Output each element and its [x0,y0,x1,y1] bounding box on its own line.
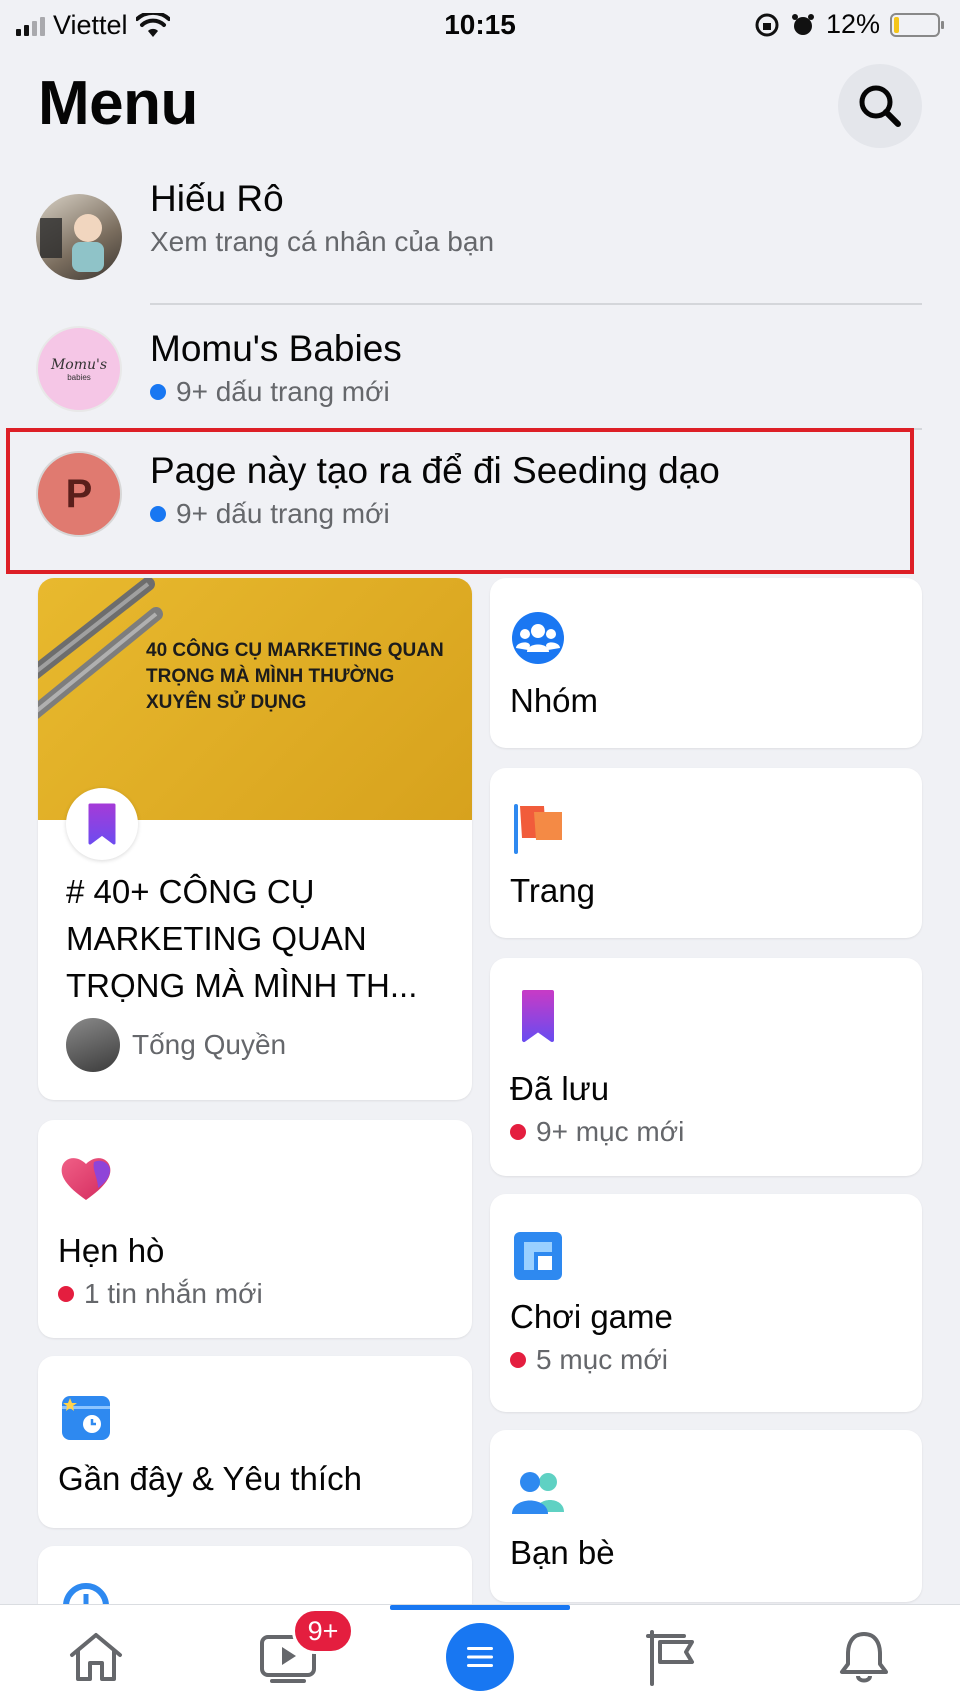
shortcut-sub: 5 mục mới [510,1344,668,1376]
notifications-icon [840,1631,888,1682]
screen: Viettel 10:15 12% Menu Hiếu Rô Xem trang… [0,0,960,1707]
avatar-logo-text: Momu's [50,356,108,373]
profile-row-self[interactable]: Hiếu Rô Xem trang cá nhân của bạn [0,178,960,308]
page-avatar-momu: Momu's babies [36,326,122,412]
battery-level [894,16,899,33]
hamburger-icon [467,1646,493,1667]
home-icon [70,1632,122,1681]
page-name: Momu's Babies [150,328,402,369]
shortcut-gaming[interactable]: Chơi game 5 mục mới [490,1194,922,1412]
page-subtitle-text: 9+ dấu trang mới [176,376,390,407]
author-name: Tống Quyền [132,1029,287,1060]
shortcut-label: Đã lưu [510,1070,610,1107]
shortcut-label: Bạn bè [510,1534,615,1571]
highlight-annotation-box [6,428,914,574]
gaming-icon [514,1232,562,1280]
bookmark-icon [88,803,116,845]
avatar-logo-subtext: babies [67,372,91,382]
shortcut-saved[interactable]: Đã lưu 9+ mục mới [490,958,922,1176]
bookmark-badge [66,788,138,860]
shortcut-sub: 1 tin nhắn mới [58,1278,263,1310]
profile-photo-icon [40,214,104,272]
flag-icon [514,804,562,854]
tab-watch[interactable] [192,1605,384,1707]
recent-favorites-icon [62,1396,110,1440]
shortcut-recent-favorites[interactable]: Gần đây & Yêu thích [38,1356,472,1528]
notification-dot [58,1286,74,1302]
battery-icon [890,12,944,37]
page-title: Menu [38,69,198,138]
status-right: 12% [754,9,944,40]
saved-article-card[interactable]: 40 CÔNG CỤ MARKETING QUAN TRỌNG MÀ MÌNH … [38,578,472,1100]
page-subtitle: 9+ dấu trang mới [150,376,390,408]
status-bar: Viettel 10:15 12% [0,0,960,50]
shortcut-sub: 9+ mục mới [510,1116,684,1148]
avatar [36,194,122,280]
profile-row-momu[interactable]: Momu's babies Momu's Babies 9+ dấu trang… [0,310,960,440]
shortcut-sub-text: 5 mục mới [536,1344,668,1375]
tab-notifications[interactable] [768,1605,960,1707]
notification-dot [510,1352,526,1368]
shortcut-label: Trang [510,872,595,909]
friends-icon [512,1472,564,1514]
bookmark-icon [522,990,554,1042]
author-avatar [66,1018,120,1072]
tab-menu[interactable] [384,1605,576,1707]
shortcut-sub-text: 9+ mục mới [536,1116,685,1147]
rotation-lock-icon [755,13,779,36]
article-title: # 40+ CÔNG CỤ MARKETING QUAN TRỌNG MÀ MÌ… [66,873,418,1004]
shortcut-groups[interactable]: Nhóm [490,578,922,748]
shortcut-label: Nhóm [510,682,599,719]
unread-dot [150,384,166,400]
pages-flag-icon [646,1629,694,1686]
notification-dot [510,1124,526,1140]
tab-pages[interactable] [576,1605,768,1707]
bottom-tab-bar [0,1604,960,1707]
shortcut-label: Hẹn hò [58,1232,165,1269]
shortcut-sub-text: 1 tin nhắn mới [84,1278,263,1309]
profile-subtitle: Xem trang cá nhân của bạn [150,226,495,257]
alarm-icon [791,13,814,35]
shortcut-label: Gần đây & Yêu thích [58,1460,362,1497]
profile-name: Hiếu Rô [150,178,284,219]
shortcut-dating[interactable]: Hẹn hò 1 tin nhắn mới [38,1120,472,1338]
menu-icon [446,1622,514,1691]
watch-badge: 9+ [292,1608,354,1654]
article-author: Tống Quyền [66,1018,286,1072]
heart-icon [61,1158,111,1200]
battery-percent: 12% [825,9,880,39]
search-button[interactable] [838,64,922,148]
shortcut-label: Chơi game [510,1298,673,1335]
tab-home[interactable] [0,1605,192,1707]
groups-icon [512,612,564,664]
shortcut-pages[interactable]: Trang [490,768,922,938]
thumbnail-caption: 40 CÔNG CỤ MARKETING QUAN TRỌNG MÀ MÌNH … [146,640,444,713]
shortcut-friends[interactable]: Bạn bè [490,1430,922,1602]
divider [150,303,922,305]
article-thumbnail: 40 CÔNG CỤ MARKETING QUAN TRỌNG MÀ MÌNH … [38,578,472,820]
search-icon [859,85,901,127]
